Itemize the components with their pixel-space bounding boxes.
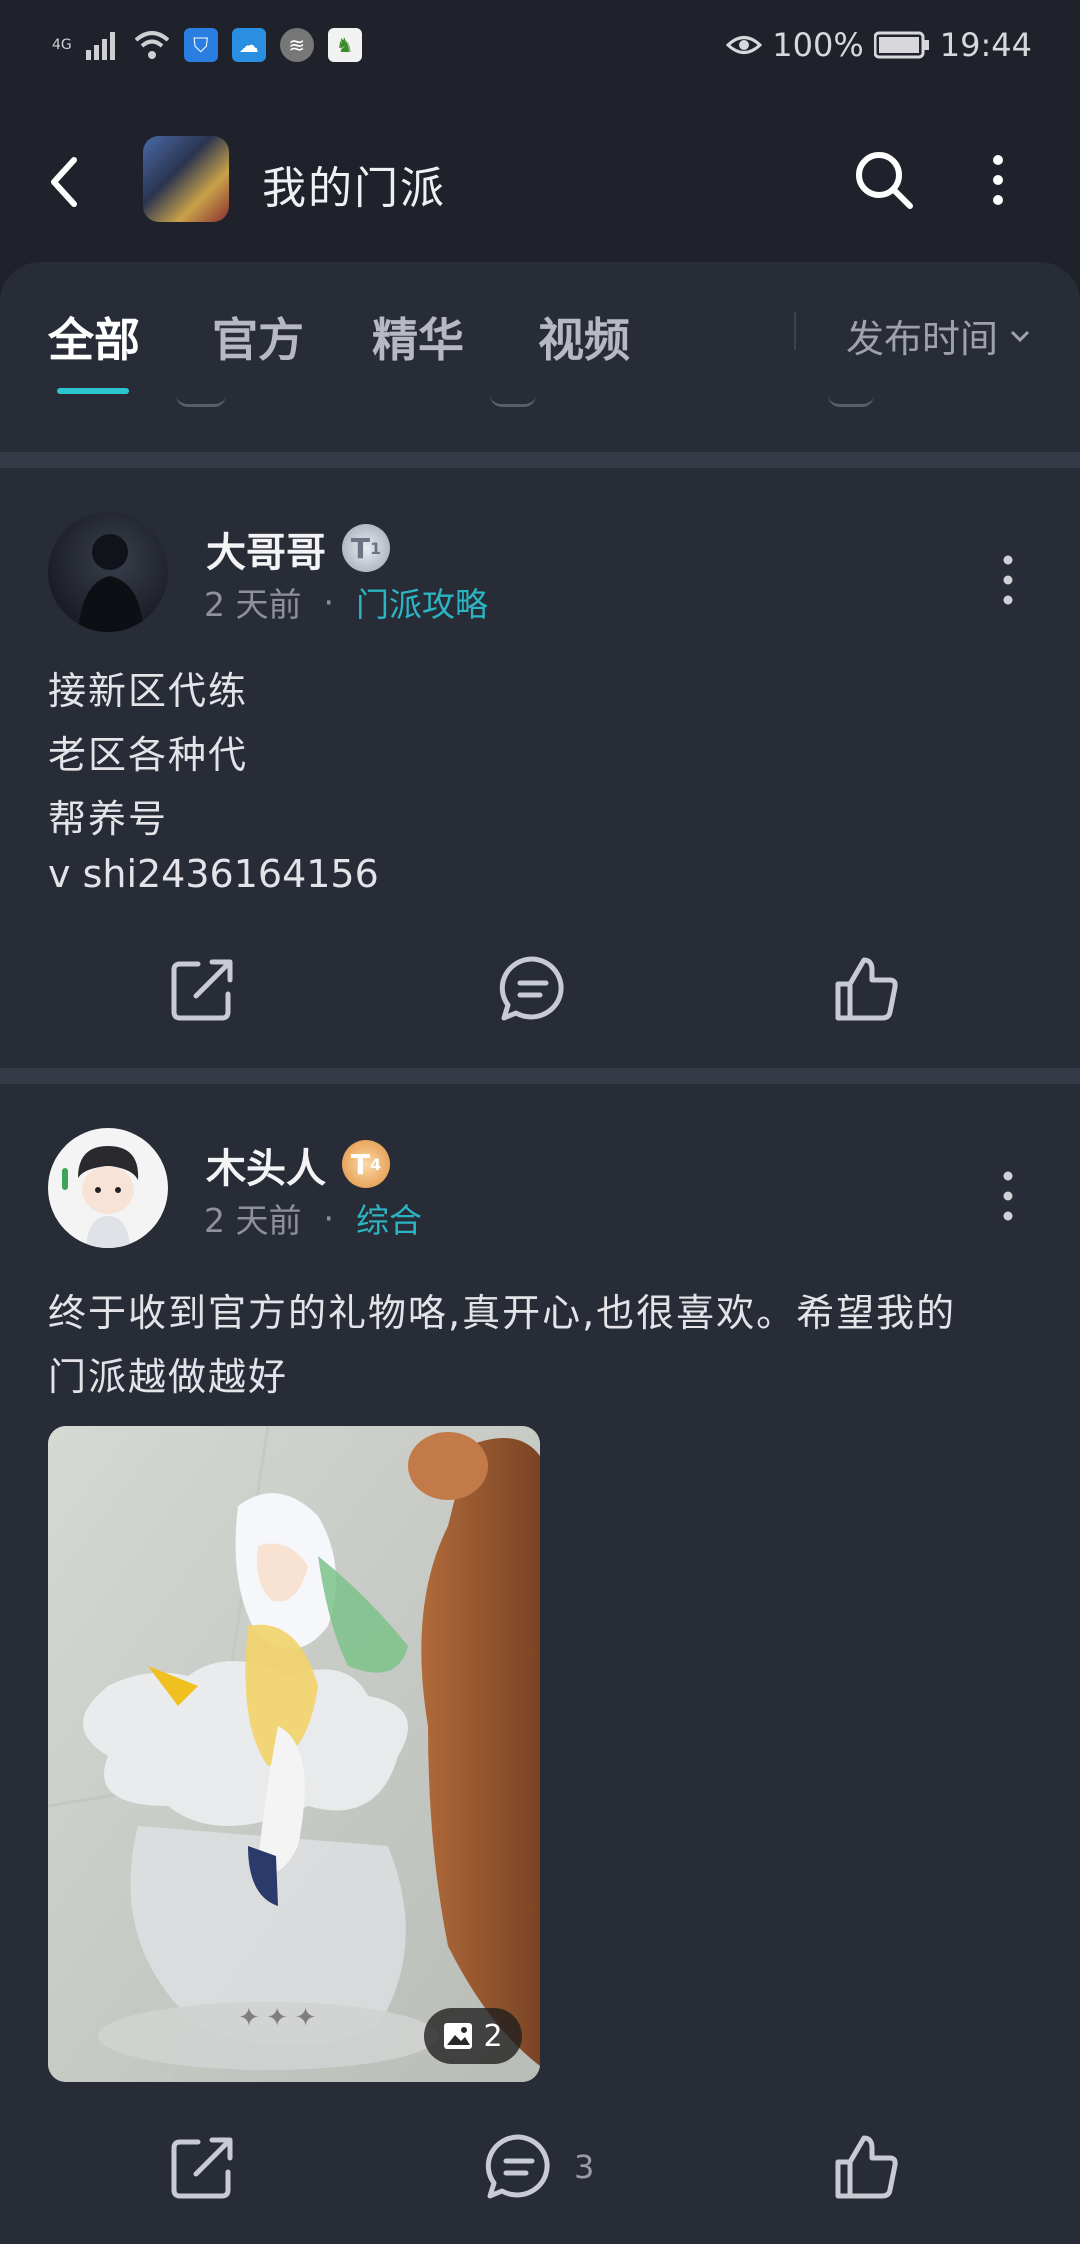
chevron-down-icon [1010,330,1030,342]
person-silhouette-icon [78,534,144,632]
page-title: 我的门派 [262,163,446,214]
tab-official[interactable]: 官方 [212,304,304,370]
level-badge: T1 [342,524,390,572]
meta-dot: · [323,582,335,622]
avatar[interactable] [48,512,168,632]
comment-icon[interactable] [498,954,568,1024]
tab-video[interactable]: 视频 [538,304,630,370]
status-icons-right: 100% 19:44 [726,26,1032,64]
post-card[interactable]: 大哥哥 T1 2 天前 · 门派攻略 接新区代练 老区各种代 帮养号 v shi… [0,468,1080,1068]
filter-tabs: 全部 官方 精华 视频 发布时间 [0,262,1080,452]
post-time: 2 天前 [204,1201,302,1240]
comment-icon[interactable] [484,2132,554,2202]
avatar[interactable] [48,1128,168,1248]
back-arrow-icon[interactable] [44,154,84,210]
battery-icon [873,31,929,59]
share-icon[interactable] [168,2132,238,2202]
post-time: 2 天前 [204,585,302,624]
post-text-line: 门派越做越好 [48,1355,289,1399]
battery-percent: 100% [772,26,864,64]
post-actions: 3 [0,2132,1080,2212]
post-more-icon[interactable] [996,550,1020,610]
level-badge-text: 4 [369,1154,382,1174]
post-meta: 2 天前 · 门派攻略 [204,578,488,626]
svg-text:✦ ✦ ✦: ✦ ✦ ✦ [238,2003,316,2032]
signal-icon [85,32,115,60]
active-tab-indicator [57,388,129,394]
level-badge: T4 [342,1140,390,1188]
tab-featured[interactable]: 精华 [372,304,464,370]
eye-comfort-icon [726,36,763,54]
search-icon[interactable] [852,148,916,212]
game-avatar[interactable] [143,136,229,222]
sort-label: 发布时间 [846,317,999,361]
sort-dropdown[interactable]: 发布时间 [846,308,1030,363]
post-text-line: 帮养号 [48,797,169,841]
image-count-badge[interactable]: 2 [424,2008,522,2064]
comment-count: 3 [574,2148,595,2186]
scroll-peek-icon [490,392,536,407]
acrylic-figure-photo: ✦ ✦ ✦ [48,1426,540,2082]
weather-app-icon: ☁ [231,28,266,62]
level-badge-text: 1 [369,538,382,558]
post-actions [0,954,1080,1034]
network-type: 4G [52,37,72,53]
post-text-line: 终于收到官方的礼物咯,真开心,也很喜欢。希望我的 [48,1291,957,1335]
top-app-bar: 我的门派 [0,96,1080,264]
gallery-icon [444,2023,473,2049]
scroll-peek-icon [176,392,226,407]
section-separator [0,1068,1080,1084]
wifi-icon [134,31,170,59]
post-category[interactable]: 综合 [356,1194,422,1242]
game-app-icon: ♞ [327,28,362,62]
post-text-line: v shi2436164156 [48,852,379,896]
image-count: 2 [483,2018,503,2054]
author-name[interactable]: 木头人 [206,1136,326,1194]
section-separator [0,452,1080,468]
voice-app-icon: ≋ [279,28,314,62]
more-vertical-icon[interactable] [978,148,1018,212]
status-bar: 4G ⛉ ☁ ≋ ♞ 100% 19:44 [0,0,1080,96]
status-icons-left: 4G ⛉ ☁ ≋ ♞ [52,28,362,62]
share-icon[interactable] [168,954,238,1024]
tab-divider [794,312,796,350]
post-category[interactable]: 门派攻略 [356,578,488,626]
post-meta: 2 天前 · 综合 [204,1194,422,1242]
post-text-line: 老区各种代 [48,733,249,777]
meta-dot: · [323,1198,335,1238]
shield-app-icon: ⛉ [183,28,218,62]
post-text-line: 接新区代练 [48,669,249,713]
clock: 19:44 [939,26,1032,64]
post-image[interactable]: ✦ ✦ ✦ 2 [48,1426,540,2082]
author-name[interactable]: 大哥哥 [206,520,326,578]
tab-all[interactable]: 全部 [48,304,140,370]
post-more-icon[interactable] [996,1166,1020,1226]
like-thumb-icon[interactable] [832,954,902,1024]
scroll-peek-icon [828,392,874,407]
like-thumb-icon[interactable] [832,2132,902,2202]
cartoon-boy-icon [62,1146,139,1248]
